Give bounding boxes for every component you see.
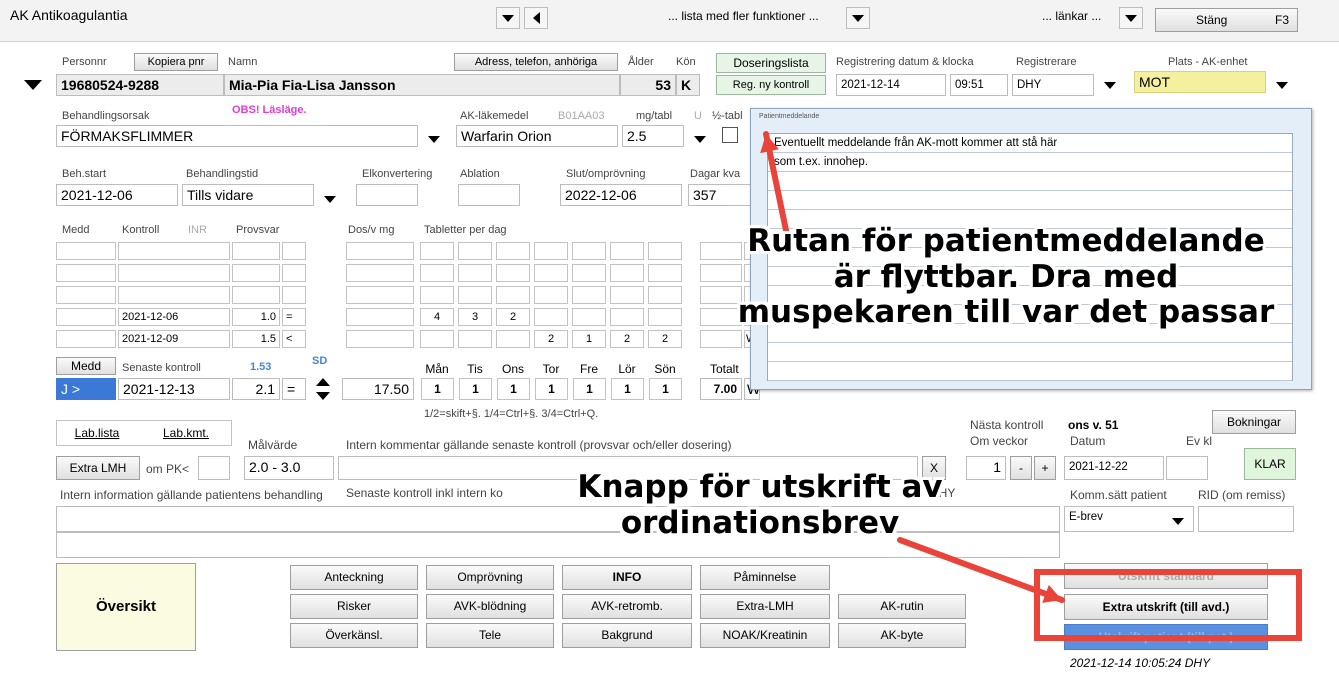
print-highlight-box [1034, 569, 1302, 641]
popup-annotation-line: muspekaren till var det passar [737, 294, 1275, 331]
print-annotation-line: Knapp för utskrift av [577, 469, 943, 505]
popup-annotation-line: Rutan för patientmeddelande [747, 223, 1265, 259]
popup-annotation: Rutan för patientmeddelande är flyttbar. … [716, 223, 1296, 331]
print-annotation-line: ordinationsbrev [620, 504, 900, 541]
print-annotation: Knapp för utskrift av ordinationsbrev [570, 469, 950, 541]
popup-annotation-line: är flyttbar. Dra med [833, 258, 1179, 295]
